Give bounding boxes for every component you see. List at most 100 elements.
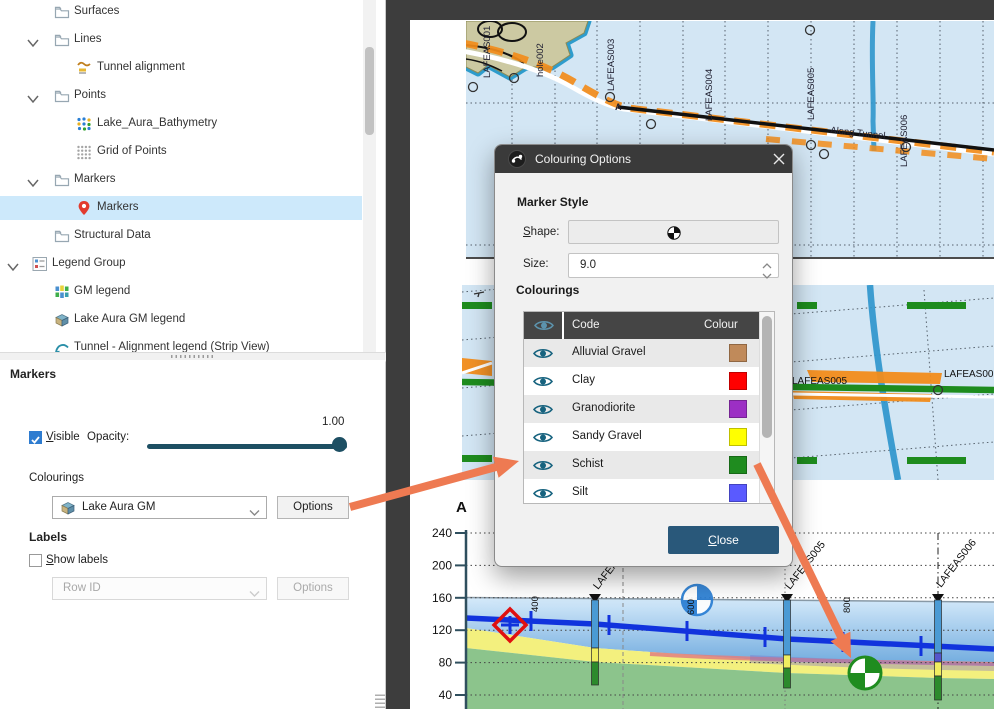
colour-swatch[interactable]: [729, 428, 747, 446]
visibility-column-header[interactable]: [524, 312, 562, 339]
eye-icon[interactable]: [533, 431, 553, 444]
station-label: 800: [842, 597, 853, 613]
tree-item-label: Markers: [74, 173, 116, 185]
chevron-down-icon[interactable]: [27, 91, 39, 101]
colour-swatch[interactable]: [729, 484, 747, 502]
colouring-options-button[interactable]: Options: [277, 496, 349, 519]
properties-title: Markers: [10, 367, 56, 381]
project-tree-panel: Surfaces Lines Tunnel alignment Points L…: [0, 0, 386, 352]
tree-item-gm-legend[interactable]: GM legend: [0, 280, 362, 304]
table-scrollbar[interactable]: [759, 312, 774, 503]
label-options-button[interactable]: Options: [277, 577, 349, 600]
legend-group-icon: [32, 256, 48, 272]
tree-item-label: Lake_Aura_Bathymetry: [97, 117, 217, 129]
close-icon[interactable]: [772, 152, 786, 171]
drillhole-label: LAFEAS005: [792, 376, 847, 387]
coloured-points-icon: [76, 116, 92, 132]
chevron-down-icon[interactable]: [7, 259, 19, 269]
properties-panel: Markers 1.00 Visible Opacity: Colourings…: [0, 360, 385, 709]
station-label: 600: [686, 599, 697, 615]
opacity-slider[interactable]: [147, 444, 347, 449]
size-value: 9.0: [580, 259, 596, 271]
tree-item-markers-folder[interactable]: Markers: [0, 168, 362, 192]
colouring-row[interactable]: Granodiorite: [524, 395, 760, 423]
axis-tick-label: 160: [432, 591, 452, 605]
show-labels-label: Show labels: [46, 554, 108, 566]
table-scrollbar-thumb[interactable]: [762, 316, 772, 438]
code-cell: Schist: [572, 458, 603, 470]
tree-item-lines[interactable]: Lines: [0, 28, 362, 52]
colourings-table: Code Colour Alluvial Gravel Clay Granodi…: [523, 311, 775, 504]
colouring-select-value: Lake Aura GM: [82, 501, 156, 513]
drillhole-label: LAFEAS003: [606, 39, 617, 91]
eye-icon[interactable]: [533, 459, 553, 472]
code-cell: Alluvial Gravel: [572, 346, 646, 358]
tree-item-tunnel-alignment[interactable]: Tunnel alignment: [0, 56, 362, 80]
show-labels-checkbox[interactable]: [29, 554, 42, 567]
tree-scrollbar-thumb[interactable]: [365, 47, 374, 135]
colour-swatch[interactable]: [729, 400, 747, 418]
colouring-row[interactable]: Silt: [524, 479, 760, 504]
quadrant-marker-green: [849, 657, 881, 689]
section-start-label: A: [615, 102, 622, 112]
tree-item-structural-data[interactable]: Structural Data: [0, 224, 362, 248]
colourings-heading: Colourings: [516, 283, 579, 297]
close-button[interactable]: Close: [668, 526, 779, 554]
drillhole-label: LAFEAS004: [704, 69, 715, 121]
size-input[interactable]: 9.0: [568, 253, 779, 278]
drillhole-label: LAFEAS006: [899, 115, 910, 167]
tree-item-markers-selected[interactable]: Markers: [0, 196, 362, 220]
drillhole-label: LAFEAS005: [806, 68, 817, 120]
drillhole-label: hole002: [535, 43, 546, 77]
eye-icon[interactable]: [533, 487, 553, 500]
label-field-value: Row ID: [63, 582, 101, 594]
eye-icon[interactable]: [533, 403, 553, 416]
resize-handle-icon[interactable]: [375, 692, 385, 708]
axis-tick-label: 200: [432, 558, 452, 572]
colouring-select[interactable]: Lake Aura GM: [52, 496, 267, 519]
code-column-header[interactable]: Code: [564, 312, 704, 339]
tree-item-label: Lake Aura GM legend: [74, 313, 185, 325]
tree-item-grid-of-points[interactable]: Grid of Points: [0, 140, 362, 164]
colour-column-header[interactable]: Colour: [698, 312, 766, 339]
map-pin-icon: [76, 200, 92, 216]
colouring-row[interactable]: Alluvial Gravel: [524, 339, 760, 367]
colour-swatch[interactable]: [729, 456, 747, 474]
visible-checkbox[interactable]: [29, 431, 42, 444]
label-field-select[interactable]: Row ID: [52, 577, 267, 600]
colour-swatch[interactable]: [729, 372, 747, 390]
chevron-down-icon[interactable]: [27, 175, 39, 185]
tree-scrollbar[interactable]: [363, 0, 376, 352]
borehole-label: LAFEAS006: [934, 537, 979, 590]
dialog-titlebar[interactable]: Colouring Options: [495, 145, 792, 173]
tree-item-surfaces[interactable]: Surfaces: [0, 0, 362, 24]
tree-item-legend-group[interactable]: Legend Group: [0, 252, 362, 276]
colouring-row[interactable]: Clay: [524, 367, 760, 395]
folder-icon: [54, 4, 70, 20]
tree-item-label: Tunnel alignment: [97, 61, 185, 73]
axis-tick-label: 80: [439, 656, 453, 670]
application-window: Surfaces Lines Tunnel alignment Points L…: [0, 0, 994, 709]
colouring-options-dialog: Colouring Options Marker Style Shape: Si…: [494, 144, 793, 567]
colouring-row[interactable]: Sandy Gravel: [524, 423, 760, 451]
axis-tick-label: 120: [432, 623, 452, 637]
shape-select[interactable]: [568, 220, 779, 244]
eye-icon[interactable]: [533, 347, 553, 360]
opacity-slider-knob[interactable]: [332, 437, 347, 452]
drillhole-label: LAFEAS006: [944, 369, 994, 380]
code-cell: Granodiorite: [572, 402, 635, 414]
gm-legend-icon: [54, 284, 70, 300]
marker-style-heading: Marker Style: [517, 195, 588, 209]
tree-item-lake-aura-gm-legend[interactable]: Lake Aura GM legend: [0, 308, 362, 332]
splitter-handle-icon: [171, 355, 215, 358]
eye-icon[interactable]: [533, 375, 553, 388]
opacity-value: 1.00: [322, 416, 344, 428]
chevron-down-icon[interactable]: [27, 35, 39, 45]
colouring-row[interactable]: Schist: [524, 451, 760, 479]
tree-item-lake-aura-bathymetry[interactable]: Lake_Aura_Bathymetry: [0, 112, 362, 136]
spin-down-icon[interactable]: [762, 267, 772, 285]
section-start-label: A: [456, 499, 467, 516]
quadrant-shape-icon: [667, 226, 681, 240]
tree-item-points[interactable]: Points: [0, 84, 362, 108]
colour-swatch[interactable]: [729, 344, 747, 362]
